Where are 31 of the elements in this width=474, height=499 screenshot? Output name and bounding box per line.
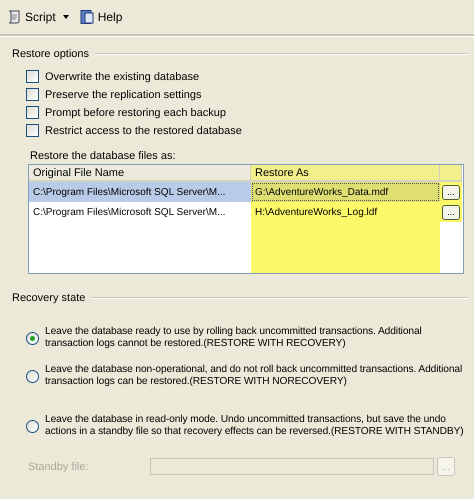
checkbox[interactable] xyxy=(26,106,39,119)
table-cell[interactable]: G:\AdventureWorks_Data.mdf xyxy=(251,182,440,202)
table-cell: C:\Program Files\Microsoft SQL Server\M... xyxy=(29,182,251,202)
script-button[interactable]: Script xyxy=(4,7,71,27)
field-label: Standby file: xyxy=(28,460,90,472)
checkbox[interactable] xyxy=(26,70,39,83)
radio-button[interactable] xyxy=(26,420,39,432)
browse-button[interactable]: ... xyxy=(442,204,460,220)
section-label: Restore the database files as: xyxy=(30,150,177,162)
group-title: Restore options xyxy=(12,48,90,60)
checkbox-label: Restrict access to the restored database xyxy=(45,124,242,136)
column-header[interactable]: Restore As xyxy=(251,165,440,182)
column-header[interactable]: Original File Name xyxy=(29,165,251,182)
browse-button[interactable]: ... xyxy=(442,184,460,200)
checkbox[interactable] xyxy=(26,88,39,101)
radio-label: Leave the database non-operational, and do not roll back uncommitted transactions. Additional transaction logs can be restored.(RESTORE WITH NORECOVERY) xyxy=(45,364,464,388)
radio-label: Leave the database ready to use by rolling back uncommitted transactions. Additional transaction logs cannot be restored.(RESTORE WITH RECOVERY) xyxy=(45,326,423,350)
table-cell-text: C:\Program Files\Microsoft SQL Server\M... xyxy=(32,206,226,220)
help-button[interactable]: Help xyxy=(76,7,124,27)
radio-label: Leave the database in read-only mode. Undo uncommitted transactions, but save the undo actions in a standby file so that recovery effects can be reversed.(RESTORE WITH STANDBY) xyxy=(45,414,465,438)
checkbox-label: Overwrite the existing database xyxy=(45,70,200,82)
radio-button[interactable] xyxy=(26,332,39,344)
group-title: Recovery state xyxy=(12,292,86,304)
checkbox[interactable] xyxy=(26,124,39,137)
radio-button[interactable] xyxy=(26,370,39,382)
help-book-icon xyxy=(78,9,95,25)
header-filler xyxy=(440,165,462,182)
scroll-icon xyxy=(6,9,22,25)
checkbox-label: Preserve the replication settings xyxy=(45,88,202,100)
checkbox-label: Prompt before restoring each backup xyxy=(45,106,226,118)
table-cell[interactable]: H:\AdventureWorks_Log.ldf xyxy=(251,202,440,222)
